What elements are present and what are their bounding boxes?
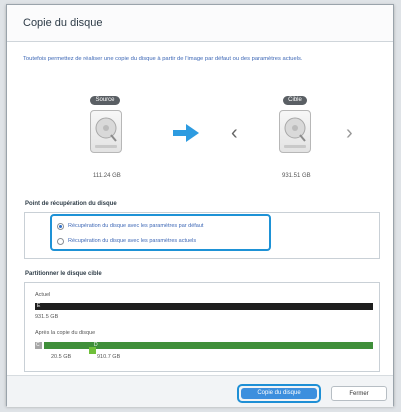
target-disk-icon xyxy=(279,110,311,153)
chevron-right-icon[interactable]: › xyxy=(346,123,353,143)
recovery-options-highlight xyxy=(50,214,271,251)
chevron-left-icon[interactable]: ‹ xyxy=(231,123,238,143)
close-button[interactable]: Fermer xyxy=(331,386,387,401)
dialog-footer: Copie du disque Fermer xyxy=(7,375,393,407)
copy-disk-button-outline: Copie du disque xyxy=(237,384,321,403)
option-default-settings-label[interactable]: Récupération du disque avec les paramètr… xyxy=(68,223,203,229)
current-label: Actuel xyxy=(35,292,51,298)
titlebar: Copie du disque xyxy=(7,5,393,42)
source-disk-icon xyxy=(90,110,122,153)
recovery-section-title: Point de récupération du disque xyxy=(25,201,117,207)
partition-c-letter: C xyxy=(36,342,40,348)
dialog-title: Copie du disque xyxy=(23,17,103,29)
target-badge: Cible xyxy=(283,96,307,105)
after-copy-label: Après la copie du disque xyxy=(35,330,96,336)
current-size: 931.5 GB xyxy=(35,314,59,320)
current-partition-bar[interactable] xyxy=(35,303,373,310)
source-size: 111.24 GB xyxy=(93,173,121,179)
radio-current-settings[interactable] xyxy=(57,238,64,245)
recovery-options: Récupération du disque avec les paramètr… xyxy=(24,212,380,259)
current-partition-letter: E xyxy=(37,303,41,309)
description-text: Toutefois permettez de réaliser une copi… xyxy=(23,56,303,62)
partition-d-size: 910.7 GB xyxy=(97,354,121,360)
partition-section-title: Partitionner le disque cible xyxy=(25,271,102,277)
radio-default-settings[interactable] xyxy=(57,223,64,230)
disk-copy-dialog: Copie du disque Toutefois permettez de r… xyxy=(6,4,394,407)
partition-c-size: 20.5 GB xyxy=(51,354,72,360)
option-current-settings-label[interactable]: Récupération du disque avec les paramètr… xyxy=(68,238,196,244)
partition-panel: Actuel E 931.5 GB Après la copie du disq… xyxy=(24,282,380,372)
source-badge: Source xyxy=(90,96,120,105)
partition-d-swatch xyxy=(89,347,96,354)
copy-disk-button[interactable]: Copie du disque xyxy=(241,388,317,399)
target-size: 931.51 GB xyxy=(282,173,311,179)
arrow-right-icon xyxy=(173,124,199,142)
